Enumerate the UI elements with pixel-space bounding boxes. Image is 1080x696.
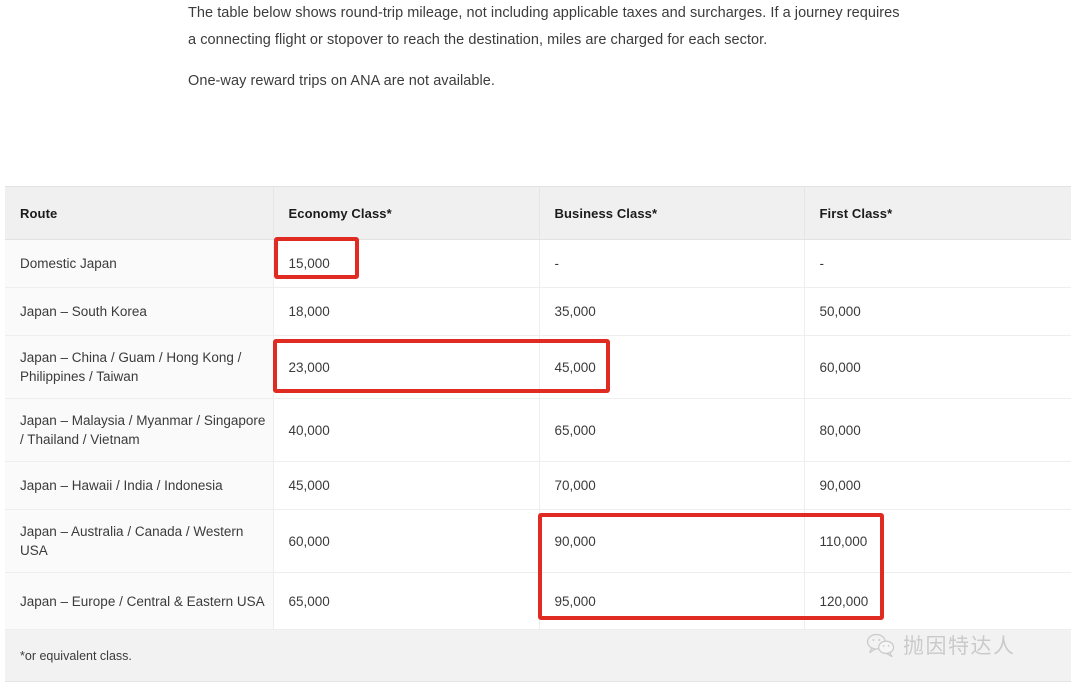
mileage-table-container: Route Economy Class* Business Class* Fir… [5, 186, 1071, 682]
intro-paragraph-2: One-way reward trips on ANA are not avai… [188, 68, 908, 95]
table-footnote: *or equivalent class. [5, 630, 1071, 682]
table-row: Japan – Malaysia / Myanmar / Singapore /… [5, 399, 1071, 462]
cell-business: 45,000 [539, 336, 804, 399]
cell-first: 50,000 [804, 288, 1071, 336]
cell-route: Japan – Europe / Central & Eastern USA [5, 573, 273, 630]
cell-route: Japan – South Korea [5, 288, 273, 336]
intro-text: The table below shows round-trip mileage… [188, 0, 908, 95]
cell-economy: 23,000 [273, 336, 539, 399]
table-footer: *or equivalent class. [5, 630, 1071, 682]
table-row: Japan – Europe / Central & Eastern USA 6… [5, 573, 1071, 630]
cell-economy: 45,000 [273, 462, 539, 510]
mileage-table: Route Economy Class* Business Class* Fir… [5, 186, 1071, 682]
column-header-first: First Class* [804, 187, 1071, 240]
cell-route: Japan – China / Guam / Hong Kong / Phili… [5, 336, 273, 399]
cell-first: 60,000 [804, 336, 1071, 399]
table-footer-row: *or equivalent class. [5, 630, 1071, 682]
cell-first: 120,000 [804, 573, 1071, 630]
cell-route: Domestic Japan [5, 240, 273, 288]
table-row: Japan – Australia / Canada / Western USA… [5, 510, 1071, 573]
cell-first: 90,000 [804, 462, 1071, 510]
intro-paragraph-1: The table below shows round-trip mileage… [188, 0, 908, 54]
cell-route: Japan – Australia / Canada / Western USA [5, 510, 273, 573]
cell-first: - [804, 240, 1071, 288]
table-header-row: Route Economy Class* Business Class* Fir… [5, 187, 1071, 240]
cell-business: 90,000 [539, 510, 804, 573]
cell-first: 110,000 [804, 510, 1071, 573]
cell-business: 35,000 [539, 288, 804, 336]
cell-economy: 40,000 [273, 399, 539, 462]
cell-economy: 65,000 [273, 573, 539, 630]
cell-business: 95,000 [539, 573, 804, 630]
table-row: Domestic Japan 15,000 - - [5, 240, 1071, 288]
column-header-route: Route [5, 187, 273, 240]
cell-first: 80,000 [804, 399, 1071, 462]
table-row: Japan – Hawaii / India / Indonesia 45,00… [5, 462, 1071, 510]
cell-business: 70,000 [539, 462, 804, 510]
cell-route: Japan – Malaysia / Myanmar / Singapore /… [5, 399, 273, 462]
column-header-business: Business Class* [539, 187, 804, 240]
cell-business: 65,000 [539, 399, 804, 462]
cell-economy: 60,000 [273, 510, 539, 573]
cell-business: - [539, 240, 804, 288]
cell-economy: 18,000 [273, 288, 539, 336]
table-header: Route Economy Class* Business Class* Fir… [5, 187, 1071, 240]
table-body: Domestic Japan 15,000 - - Japan – South … [5, 240, 1071, 630]
page-root: The table below shows round-trip mileage… [0, 0, 1080, 696]
column-header-economy: Economy Class* [273, 187, 539, 240]
table-row: Japan – China / Guam / Hong Kong / Phili… [5, 336, 1071, 399]
cell-economy: 15,000 [273, 240, 539, 288]
cell-route: Japan – Hawaii / India / Indonesia [5, 462, 273, 510]
table-row: Japan – South Korea 18,000 35,000 50,000 [5, 288, 1071, 336]
